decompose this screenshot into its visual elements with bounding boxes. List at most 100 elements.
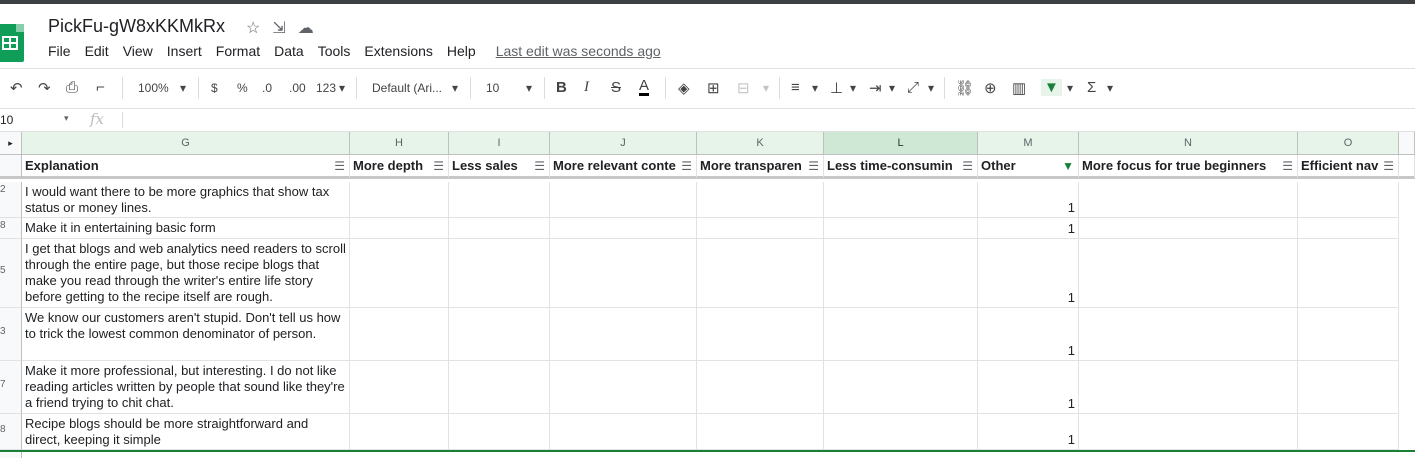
table-cell[interactable] xyxy=(1079,218,1298,239)
table-cell[interactable] xyxy=(550,218,697,239)
row-number[interactable]: 3 xyxy=(0,308,22,361)
print-icon[interactable]: ⎙ xyxy=(66,79,78,96)
table-cell[interactable] xyxy=(697,414,824,450)
table-cell[interactable] xyxy=(550,239,697,308)
explanation-cell[interactable]: Make it in entertaining basic form xyxy=(22,218,350,239)
filter-icon[interactable]: ▼ xyxy=(1041,79,1062,96)
filter-icon[interactable]: ☰ xyxy=(1383,159,1394,173)
table-cell[interactable] xyxy=(550,308,697,361)
table-cell[interactable] xyxy=(1298,308,1399,361)
column-header-h[interactable]: H xyxy=(350,132,449,155)
explanation-cell[interactable]: I get that blogs and web analytics need … xyxy=(22,239,350,308)
other-cell[interactable]: 1 xyxy=(978,218,1079,239)
chevron-down-icon[interactable]: ▾ xyxy=(526,81,532,95)
header-cell-more-transparent[interactable]: More transparen ☰ xyxy=(697,155,824,179)
menu-view[interactable]: View xyxy=(123,43,153,59)
insert-comment-icon[interactable]: ⊕ xyxy=(984,79,997,97)
more-formats-button[interactable]: 123 xyxy=(316,81,336,95)
italic-icon[interactable]: I xyxy=(584,79,589,96)
header-cell-more-focus[interactable]: More focus for true beginners ☰ xyxy=(1079,155,1298,179)
paint-format-icon[interactable]: ⌐ xyxy=(96,79,105,96)
header-cell-more-depth[interactable]: More depth ☰ xyxy=(350,155,449,179)
increase-decimal-button[interactable]: .00 xyxy=(289,81,306,95)
chevron-down-icon[interactable]: ▾ xyxy=(889,81,895,95)
move-folder-icon[interactable]: ⇲ xyxy=(272,18,285,38)
other-cell[interactable]: 1 xyxy=(978,182,1079,218)
text-color-icon[interactable]: A xyxy=(639,78,650,96)
fill-color-icon[interactable]: ◈ xyxy=(678,79,690,97)
name-box[interactable]: 10 ▾ xyxy=(0,113,75,127)
table-cell[interactable] xyxy=(350,361,449,414)
menu-extensions[interactable]: Extensions xyxy=(364,43,432,59)
table-cell[interactable] xyxy=(1079,414,1298,450)
header-cell-explanation[interactable]: Explanation ☰ xyxy=(22,155,350,179)
chevron-down-icon[interactable]: ▾ xyxy=(452,81,458,95)
text-rotation-icon[interactable]: ⤢ xyxy=(907,79,919,96)
chevron-down-icon[interactable]: ▾ xyxy=(180,81,186,95)
explanation-cell[interactable]: Recipe blogs should be more straightforw… xyxy=(22,414,350,450)
other-cell[interactable]: 1 xyxy=(978,308,1079,361)
row-number[interactable]: 5 xyxy=(0,239,22,308)
table-cell[interactable] xyxy=(1298,218,1399,239)
table-cell[interactable] xyxy=(350,239,449,308)
table-cell[interactable] xyxy=(350,414,449,450)
menu-insert[interactable]: Insert xyxy=(167,43,202,59)
table-cell[interactable] xyxy=(824,182,978,218)
table-cell[interactable] xyxy=(550,414,697,450)
star-icon[interactable]: ☆ xyxy=(246,18,260,38)
row-number[interactable] xyxy=(0,155,22,179)
column-header-g[interactable]: G xyxy=(22,132,350,155)
table-cell[interactable] xyxy=(350,182,449,218)
table-cell[interactable] xyxy=(449,182,550,218)
table-cell[interactable] xyxy=(824,308,978,361)
table-cell[interactable] xyxy=(1298,361,1399,414)
chevron-down-icon[interactable]: ▾ xyxy=(812,81,818,95)
strikethrough-icon[interactable]: S xyxy=(611,79,621,96)
table-cell[interactable] xyxy=(1298,239,1399,308)
vertical-align-icon[interactable]: ⊥ xyxy=(830,79,843,97)
table-cell[interactable] xyxy=(449,308,550,361)
undo-icon[interactable]: ↶ xyxy=(10,79,23,97)
table-cell[interactable] xyxy=(449,239,550,308)
header-cell-more-relevant[interactable]: More relevant conte ☰ xyxy=(550,155,697,179)
filter-icon[interactable]: ☰ xyxy=(534,159,545,173)
bold-icon[interactable]: B xyxy=(556,79,567,96)
table-cell[interactable] xyxy=(550,361,697,414)
document-title[interactable]: PickFu-gW8xKKMkRx xyxy=(48,16,225,37)
other-cell[interactable]: 1 xyxy=(978,239,1079,308)
row-number[interactable]: 8 xyxy=(0,414,22,450)
column-header-n[interactable]: N xyxy=(1079,132,1298,155)
other-cell[interactable]: 1 xyxy=(978,361,1079,414)
filter-icon[interactable]: ☰ xyxy=(334,159,345,173)
font-family-select[interactable]: Default (Ari... xyxy=(372,81,442,95)
table-cell[interactable] xyxy=(350,308,449,361)
functions-icon[interactable]: Σ xyxy=(1087,79,1096,96)
table-cell[interactable] xyxy=(449,218,550,239)
table-cell[interactable] xyxy=(1079,361,1298,414)
row-number[interactable] xyxy=(0,452,22,458)
chevron-down-icon[interactable]: ▾ xyxy=(850,81,856,95)
column-header-k[interactable]: K xyxy=(697,132,824,155)
explanation-cell[interactable]: We know our customers aren't stupid. Don… xyxy=(22,308,350,361)
last-edit-link[interactable]: Last edit was seconds ago xyxy=(496,43,661,59)
header-cell-other[interactable]: Other ▼ xyxy=(978,155,1079,179)
horizontal-align-icon[interactable]: ≡ xyxy=(791,79,800,96)
header-cell-less-sales[interactable]: Less sales ☰ xyxy=(449,155,550,179)
menu-file[interactable]: File xyxy=(48,43,71,59)
table-cell[interactable] xyxy=(824,414,978,450)
row-number[interactable]: 2 xyxy=(0,182,22,218)
currency-format-button[interactable]: $ xyxy=(211,81,218,95)
table-cell[interactable] xyxy=(697,182,824,218)
select-all-corner[interactable]: ▸ xyxy=(0,132,22,155)
other-cell[interactable]: 1 xyxy=(978,414,1079,450)
menu-help[interactable]: Help xyxy=(447,43,476,59)
table-cell[interactable] xyxy=(1298,182,1399,218)
chevron-down-icon[interactable]: ▾ xyxy=(928,81,934,95)
column-header-j[interactable]: J xyxy=(550,132,697,155)
redo-icon[interactable]: ↷ xyxy=(38,79,51,97)
table-cell[interactable] xyxy=(350,218,449,239)
table-cell[interactable] xyxy=(550,182,697,218)
table-cell[interactable] xyxy=(1079,308,1298,361)
table-cell[interactable] xyxy=(1298,414,1399,450)
table-cell[interactable] xyxy=(697,218,824,239)
